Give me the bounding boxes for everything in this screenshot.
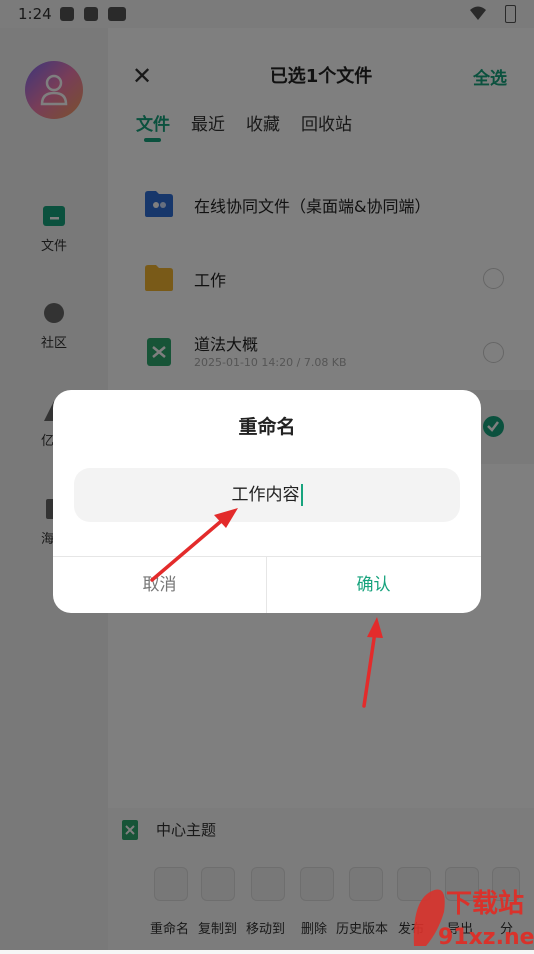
rename-dialog: 重命名 工作内容 取消 确认 [53, 390, 481, 613]
dialog-title: 重命名 [238, 416, 296, 438]
text-caret [300, 484, 303, 506]
watermark-title: 下载站 [446, 889, 524, 919]
watermark-logo: 下载站 91xz.net [408, 872, 534, 950]
rename-input-value: 工作内容 [231, 485, 300, 505]
confirm-button[interactable]: 确认 [267, 557, 480, 613]
watermark-url: 91xz.net [438, 925, 534, 950]
rename-input[interactable]: 工作内容 [74, 468, 460, 522]
cancel-button[interactable]: 取消 [53, 557, 266, 613]
